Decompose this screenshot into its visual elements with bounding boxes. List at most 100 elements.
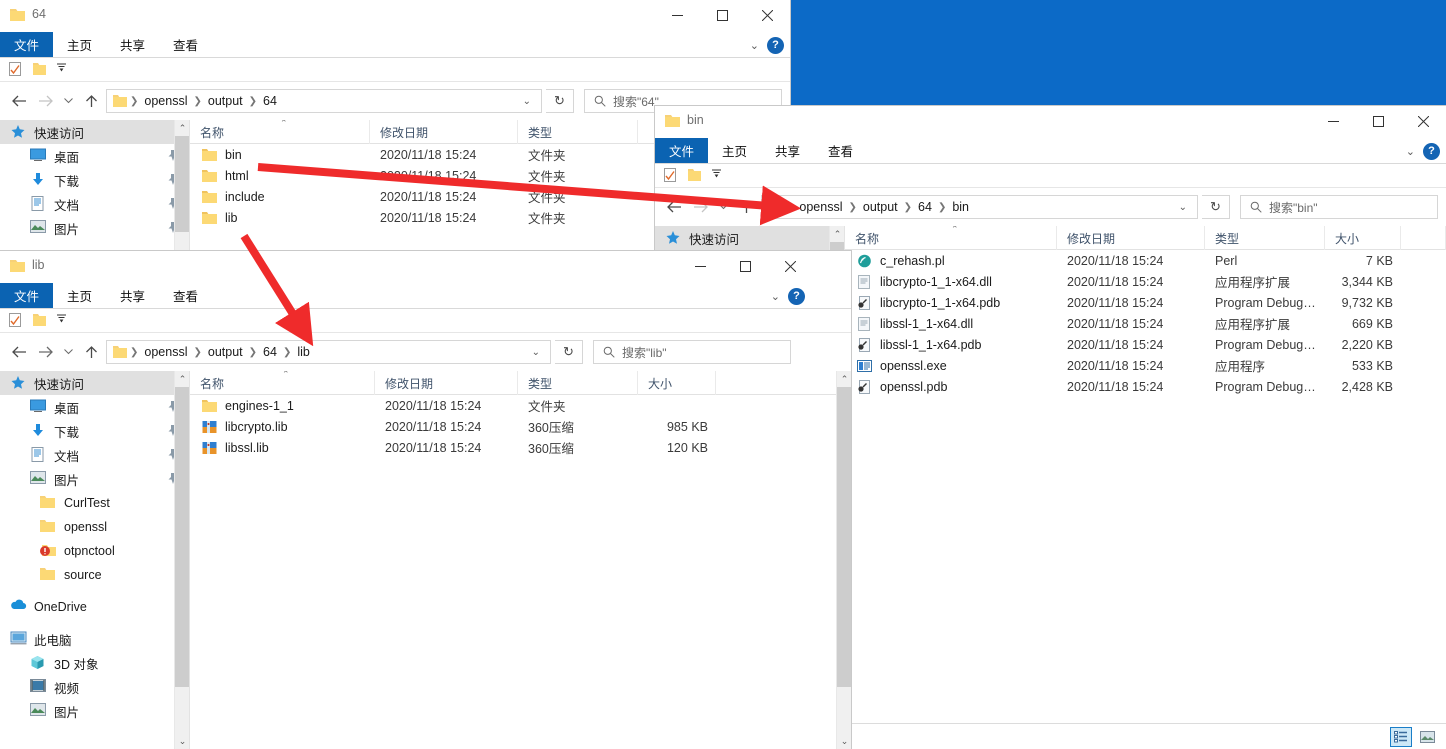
new-folder-icon[interactable] <box>687 168 702 183</box>
close-button[interactable] <box>1401 106 1446 136</box>
breadcrumb[interactable]: ❯ openssl ❯ output ❯ 64 ❯ lib ⌄ <box>106 340 551 364</box>
nav-item-documents[interactable]: 文档 <box>0 192 189 216</box>
scroll-up-icon[interactable]: ⌃ <box>175 371 189 387</box>
minimize-button[interactable] <box>678 251 723 281</box>
up-button[interactable] <box>735 196 757 218</box>
nav-item-downloads[interactable]: 下载 <box>0 419 189 443</box>
tab-file[interactable]: 文件 <box>0 32 54 57</box>
breadcrumb-dropdown-icon[interactable]: ⌄ <box>1173 202 1193 213</box>
column-type[interactable]: 类型 <box>1205 226 1325 250</box>
nav-item-this-pc[interactable]: 此电脑 <box>0 627 189 651</box>
column-size[interactable]: 大小 <box>638 371 716 395</box>
column-name[interactable]: 名称 ⌃ <box>190 120 370 144</box>
help-icon[interactable]: ? <box>1423 142 1440 160</box>
breadcrumb-item-64[interactable]: 64 <box>260 94 280 108</box>
breadcrumb-dropdown-icon[interactable]: ⌄ <box>526 347 546 358</box>
explorer-window-lib[interactable]: lib 文件 主页 共享 查看 ⌄ ? ❯ openssl ❯ output ❯… <box>0 250 852 749</box>
forward-button[interactable] <box>34 341 56 363</box>
window-controls[interactable] <box>1311 106 1446 136</box>
forward-button[interactable] <box>34 90 56 112</box>
file-name-cell[interactable]: html <box>190 169 370 183</box>
file-name-cell[interactable]: engines-1_1 <box>190 399 375 413</box>
column-type[interactable]: 类型 <box>518 371 638 395</box>
nav-item-onedrive[interactable]: OneDrive <box>0 595 189 619</box>
up-button[interactable] <box>80 341 102 363</box>
table-row[interactable]: libcrypto-1_1-x64.pdb 2020/11/18 15:24 Pro… <box>845 292 1446 313</box>
help-icon[interactable]: ? <box>767 36 784 54</box>
quick-access-toolbar[interactable] <box>0 58 790 82</box>
file-name-cell[interactable]: lib <box>190 211 370 225</box>
back-button[interactable] <box>8 90 30 112</box>
tab-home[interactable]: 主页 <box>53 283 106 308</box>
tab-view[interactable]: 查看 <box>159 283 212 308</box>
chevron-down-icon[interactable]: ⌄ <box>771 290 780 303</box>
table-row[interactable]: libssl-1_1-x64.dll 2020/11/18 15:24 应用程序扩展… <box>845 313 1446 334</box>
breadcrumb[interactable]: ❯ openssl ❯ output ❯ 64 ❯ bin ⌄ <box>761 195 1198 219</box>
breadcrumb-item-output[interactable]: output <box>205 94 246 108</box>
nav-item-source[interactable]: source <box>0 563 189 587</box>
large-icons-view-icon[interactable] <box>1416 727 1438 747</box>
table-row[interactable]: libcrypto.lib 2020/11/18 15:24 360压缩 985 KB <box>190 416 851 437</box>
maximize-button[interactable] <box>700 0 745 30</box>
quick-access-toolbar[interactable] <box>655 164 1446 188</box>
nav-item-pictures[interactable]: 图片 <box>0 467 189 491</box>
chevron-down-icon[interactable]: ⌄ <box>1406 145 1415 158</box>
nav-item-openssl[interactable]: openssl <box>0 515 189 539</box>
breadcrumb-item-output[interactable]: output <box>860 200 901 214</box>
title-bar[interactable]: 64 <box>0 0 790 32</box>
search-input[interactable]: 搜索"lib" <box>593 340 791 364</box>
address-bar-row[interactable]: ❯ openssl ❯ output ❯ 64 ❯ lib ⌄ ↻ 搜索"lib… <box>0 333 851 371</box>
file-name-cell[interactable]: openssl.pdb <box>845 379 1057 394</box>
chevron-down-icon[interactable]: ⌄ <box>750 39 759 52</box>
properties-icon[interactable] <box>8 313 23 328</box>
tab-view[interactable]: 查看 <box>159 32 212 57</box>
column-date[interactable]: 修改日期 <box>370 120 518 144</box>
file-name-cell[interactable]: openssl.exe <box>845 359 1057 373</box>
file-rows[interactable]: engines-1_1 2020/11/18 15:24 文件夹 libcrypto.… <box>190 395 851 749</box>
recent-locations-icon[interactable] <box>60 341 76 363</box>
column-date[interactable]: 修改日期 <box>375 371 518 395</box>
breadcrumb-item-output[interactable]: output <box>205 345 246 359</box>
quick-access-toolbar[interactable] <box>0 309 851 333</box>
details-view-icon[interactable] <box>1390 726 1412 747</box>
column-name[interactable]: 名称 ⌃ <box>845 226 1057 250</box>
table-row[interactable]: libssl.lib 2020/11/18 15:24 360压缩 120 KB <box>190 437 851 458</box>
maximize-button[interactable] <box>1356 106 1401 136</box>
customize-toolbar-icon[interactable] <box>56 313 71 328</box>
breadcrumb-item-bin[interactable]: bin <box>949 200 972 214</box>
ribbon-tabs[interactable]: 文件 主页 共享 查看 ⌄ ? <box>655 138 1446 164</box>
properties-icon[interactable] <box>663 168 678 183</box>
title-bar[interactable]: lib <box>0 251 851 283</box>
recent-locations-icon[interactable] <box>715 196 731 218</box>
column-size[interactable]: 大小 <box>1325 226 1401 250</box>
tab-share[interactable]: 共享 <box>761 138 814 163</box>
search-input[interactable]: 搜索"bin" <box>1240 195 1438 219</box>
window-controls[interactable] <box>678 251 813 281</box>
file-rows[interactable]: c_rehash.pl 2020/11/18 15:24 Perl 7 KB libcr… <box>845 250 1446 749</box>
nav-item-videos[interactable]: 视频 <box>0 675 189 699</box>
file-list-pane[interactable]: 名称 ⌃ 修改日期 类型 大小 c_rehash.pl 2020/11/18 15… <box>845 226 1446 749</box>
properties-icon[interactable] <box>8 62 23 77</box>
breadcrumb-item-openssl[interactable]: openssl <box>141 345 190 359</box>
navigation-pane[interactable]: 快速访问 桌面 下载 文档 <box>0 371 190 749</box>
tab-home[interactable]: 主页 <box>53 32 106 57</box>
ribbon-tabs[interactable]: 文件 主页 共享 查看 ⌄ ? <box>0 283 851 309</box>
nav-quick-access[interactable]: 快速访问 <box>655 226 844 250</box>
nav-scroll-thumb[interactable] <box>175 387 189 687</box>
up-button[interactable] <box>80 90 102 112</box>
ribbon-tabs[interactable]: 文件 主页 共享 查看 ⌄ ? <box>0 32 790 58</box>
scroll-up-icon[interactable]: ⌃ <box>175 120 189 136</box>
nav-item-desktop[interactable]: 桌面 <box>0 395 189 419</box>
table-row[interactable]: openssl.exe 2020/11/18 15:24 应用程序 533 KB <box>845 355 1446 376</box>
file-name-cell[interactable]: bin <box>190 148 370 162</box>
breadcrumb-item-lib[interactable]: lib <box>294 345 313 359</box>
nav-item-pictures[interactable]: 图片 <box>0 216 189 240</box>
nav-item-3d-objects[interactable]: 3D 对象 <box>0 651 189 675</box>
new-folder-icon[interactable] <box>32 62 47 77</box>
tab-share[interactable]: 共享 <box>106 283 159 308</box>
refresh-button[interactable]: ↻ <box>546 89 574 113</box>
table-row[interactable]: engines-1_1 2020/11/18 15:24 文件夹 <box>190 395 851 416</box>
minimize-button[interactable] <box>1311 106 1356 136</box>
minimize-button[interactable] <box>655 0 700 30</box>
nav-item-desktop[interactable]: 桌面 <box>0 144 189 168</box>
